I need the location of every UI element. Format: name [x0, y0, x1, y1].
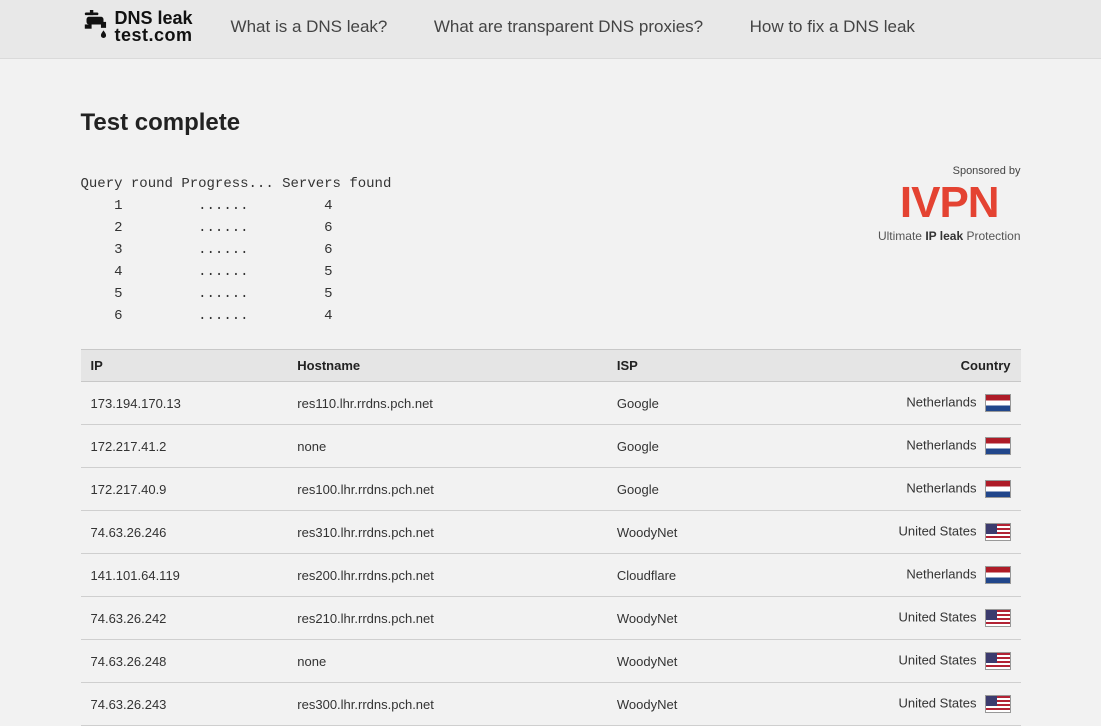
- nav-transparent-proxies[interactable]: What are transparent DNS proxies?: [434, 17, 703, 36]
- table-row: 173.194.170.13res110.lhr.rrdns.pch.netGo…: [81, 382, 1021, 425]
- cell-isp: WoodyNet: [607, 597, 814, 640]
- cell-hostname: res300.lhr.rrdns.pch.net: [287, 683, 607, 726]
- sponsor-box[interactable]: Sponsored by IVPN Ultimate IP leak Prote…: [878, 165, 1021, 243]
- topbar: DNS leak test.com What is a DNS leak? Wh…: [0, 0, 1101, 59]
- sponsor-logo: IVPN: [878, 181, 1021, 225]
- cell-isp: WoodyNet: [607, 511, 814, 554]
- cell-isp: WoodyNet: [607, 683, 814, 726]
- cell-hostname: none: [287, 425, 607, 468]
- progress-block: Query round Progress... Servers found 1 …: [81, 173, 392, 327]
- page-title: Test complete: [81, 109, 1021, 137]
- cell-isp: Google: [607, 468, 814, 511]
- cell-hostname: res110.lhr.rrdns.pch.net: [287, 382, 607, 425]
- cell-ip: 141.101.64.119: [81, 554, 288, 597]
- cell-country: United States: [814, 511, 1021, 554]
- cell-country: United States: [814, 640, 1021, 683]
- col-ip: IP: [81, 350, 288, 382]
- table-row: 141.101.64.119res200.lhr.rrdns.pch.netCl…: [81, 554, 1021, 597]
- nav-what-is-dns-leak[interactable]: What is a DNS leak?: [231, 17, 388, 36]
- main-content: Test complete Query round Progress... Se…: [81, 59, 1021, 726]
- cell-country: Netherlands: [814, 382, 1021, 425]
- cell-isp: Cloudflare: [607, 554, 814, 597]
- cell-country: Netherlands: [814, 425, 1021, 468]
- flag-icon: [985, 695, 1011, 713]
- cell-hostname: res310.lhr.rrdns.pch.net: [287, 511, 607, 554]
- cell-isp: Google: [607, 382, 814, 425]
- cell-country: United States: [814, 683, 1021, 726]
- table-row: 172.217.40.9res100.lhr.rrdns.pch.netGoog…: [81, 468, 1021, 511]
- cell-ip: 74.63.26.242: [81, 597, 288, 640]
- col-hostname: Hostname: [287, 350, 607, 382]
- table-row: 74.63.26.246res310.lhr.rrdns.pch.netWood…: [81, 511, 1021, 554]
- cell-ip: 172.217.40.9: [81, 468, 288, 511]
- cell-country: Netherlands: [814, 554, 1021, 597]
- cell-ip: 74.63.26.248: [81, 640, 288, 683]
- cell-hostname: none: [287, 640, 607, 683]
- cell-ip: 172.217.41.2: [81, 425, 288, 468]
- col-country: Country: [814, 350, 1021, 382]
- cell-ip: 74.63.26.243: [81, 683, 288, 726]
- cell-country: Netherlands: [814, 468, 1021, 511]
- table-header-row: IP Hostname ISP Country: [81, 350, 1021, 382]
- sponsor-tagline: Ultimate IP leak Protection: [878, 229, 1021, 243]
- flag-icon: [985, 523, 1011, 541]
- cell-hostname: res210.lhr.rrdns.pch.net: [287, 597, 607, 640]
- flag-icon: [985, 394, 1011, 412]
- table-row: 74.63.26.248noneWoodyNetUnited States: [81, 640, 1021, 683]
- table-row: 172.217.41.2noneGoogleNetherlands: [81, 425, 1021, 468]
- flag-icon: [985, 480, 1011, 498]
- cell-hostname: res200.lhr.rrdns.pch.net: [287, 554, 607, 597]
- flag-icon: [985, 652, 1011, 670]
- cell-hostname: res100.lhr.rrdns.pch.net: [287, 468, 607, 511]
- flag-icon: [985, 566, 1011, 584]
- cell-ip: 74.63.26.246: [81, 511, 288, 554]
- brand-logo[interactable]: DNS leak test.com: [81, 10, 193, 44]
- table-row: 74.63.26.243res300.lhr.rrdns.pch.netWood…: [81, 683, 1021, 726]
- nav-links: What is a DNS leak? What are transparent…: [231, 17, 957, 37]
- flag-icon: [985, 609, 1011, 627]
- nav-how-to-fix[interactable]: How to fix a DNS leak: [750, 17, 915, 36]
- cell-country: United States: [814, 597, 1021, 640]
- cell-ip: 173.194.170.13: [81, 382, 288, 425]
- faucet-icon: [81, 10, 109, 44]
- cell-isp: WoodyNet: [607, 640, 814, 683]
- brand-text: DNS leak test.com: [115, 10, 193, 44]
- table-row: 74.63.26.242res210.lhr.rrdns.pch.netWood…: [81, 597, 1021, 640]
- sponsor-label: Sponsored by: [878, 165, 1021, 177]
- col-isp: ISP: [607, 350, 814, 382]
- results-table: IP Hostname ISP Country 173.194.170.13re…: [81, 349, 1021, 726]
- flag-icon: [985, 437, 1011, 455]
- cell-isp: Google: [607, 425, 814, 468]
